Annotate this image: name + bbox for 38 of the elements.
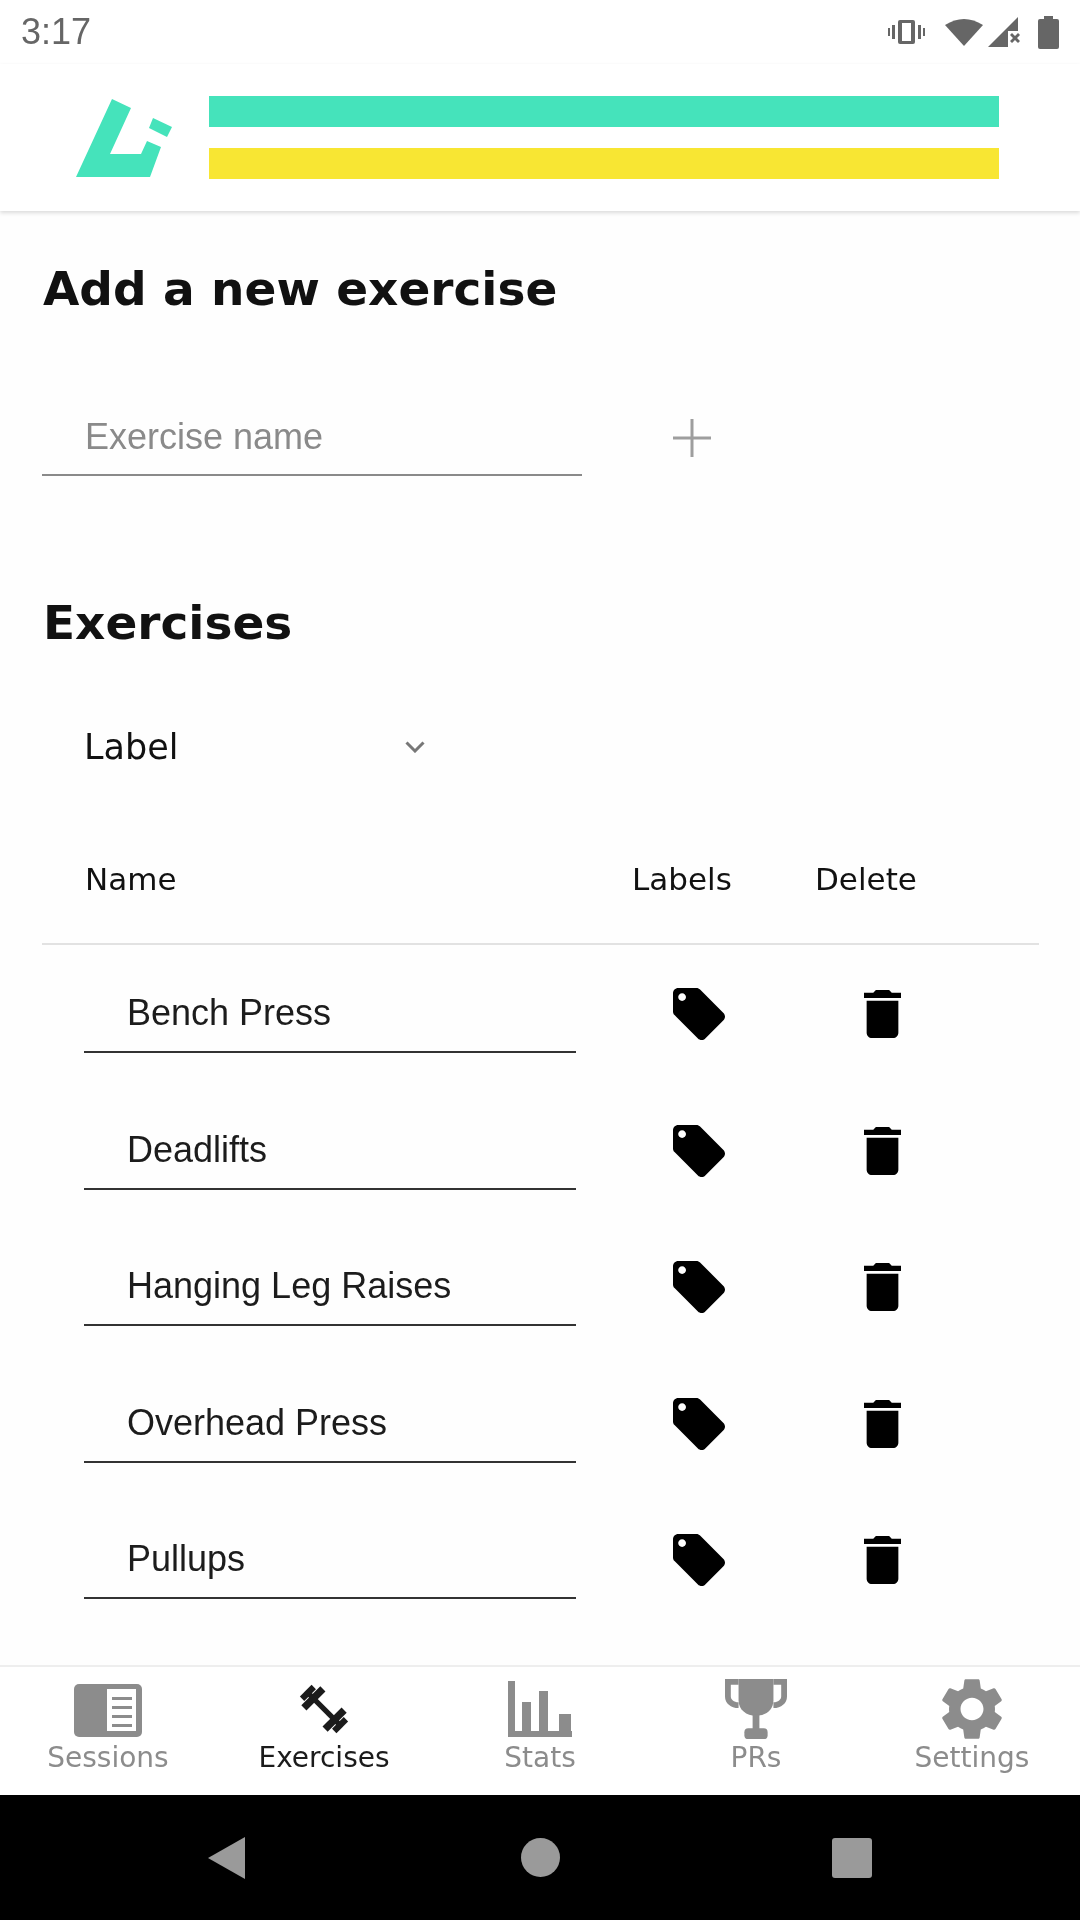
- tag-icon[interactable]: [673, 1397, 725, 1450]
- trash-icon[interactable]: [864, 1399, 901, 1448]
- vibrate-icon: [888, 20, 925, 44]
- logo-icon: [76, 98, 172, 177]
- section-title: Exercises: [43, 595, 293, 651]
- trash-icon[interactable]: [864, 990, 901, 1038]
- section-title: Add a new exercise: [43, 261, 558, 317]
- trophy-icon: [725, 1679, 787, 1739]
- label-dropdown[interactable]: Label: [84, 717, 432, 777]
- exercise-name-field[interactable]: Hanging Leg Raises: [84, 1248, 576, 1326]
- tag-icon[interactable]: [673, 988, 725, 1040]
- exercise-name-field[interactable]: Pullups: [84, 1521, 576, 1599]
- trash-icon[interactable]: [864, 1263, 901, 1311]
- plus-icon[interactable]: [673, 419, 711, 457]
- tag-icon[interactable]: [673, 1534, 725, 1586]
- bar-chart-icon: [508, 1681, 572, 1737]
- nav-tab[interactable]: Exercises: [216, 1667, 432, 1795]
- notebook-icon: [74, 1684, 142, 1737]
- column-header: Delete: [815, 860, 918, 899]
- trash-icon[interactable]: [864, 1536, 901, 1584]
- back-icon[interactable]: [208, 1836, 245, 1879]
- tag-icon[interactable]: [673, 1261, 725, 1313]
- exercise-name-field[interactable]: Overhead Press: [84, 1384, 576, 1463]
- status-time: 3:17: [21, 11, 92, 53]
- tag-icon[interactable]: [673, 1124, 725, 1177]
- chevron-down-icon: [405, 741, 425, 753]
- settings-icon: [942, 1678, 1002, 1740]
- exercise-name-field[interactable]: Deadlifts: [84, 1111, 576, 1190]
- home-icon[interactable]: [521, 1838, 560, 1877]
- wifi-icon: [945, 18, 983, 46]
- exercise-name-input[interactable]: Exercise name: [42, 400, 582, 476]
- column-header: Name: [84, 860, 178, 899]
- battery-icon: [1038, 15, 1059, 49]
- signal-icon: [988, 17, 1021, 47]
- recents-icon[interactable]: [832, 1837, 872, 1878]
- trash-icon[interactable]: [864, 1126, 901, 1175]
- column-header: Labels: [632, 860, 733, 899]
- exercise-name-field[interactable]: Bench Press: [84, 975, 576, 1053]
